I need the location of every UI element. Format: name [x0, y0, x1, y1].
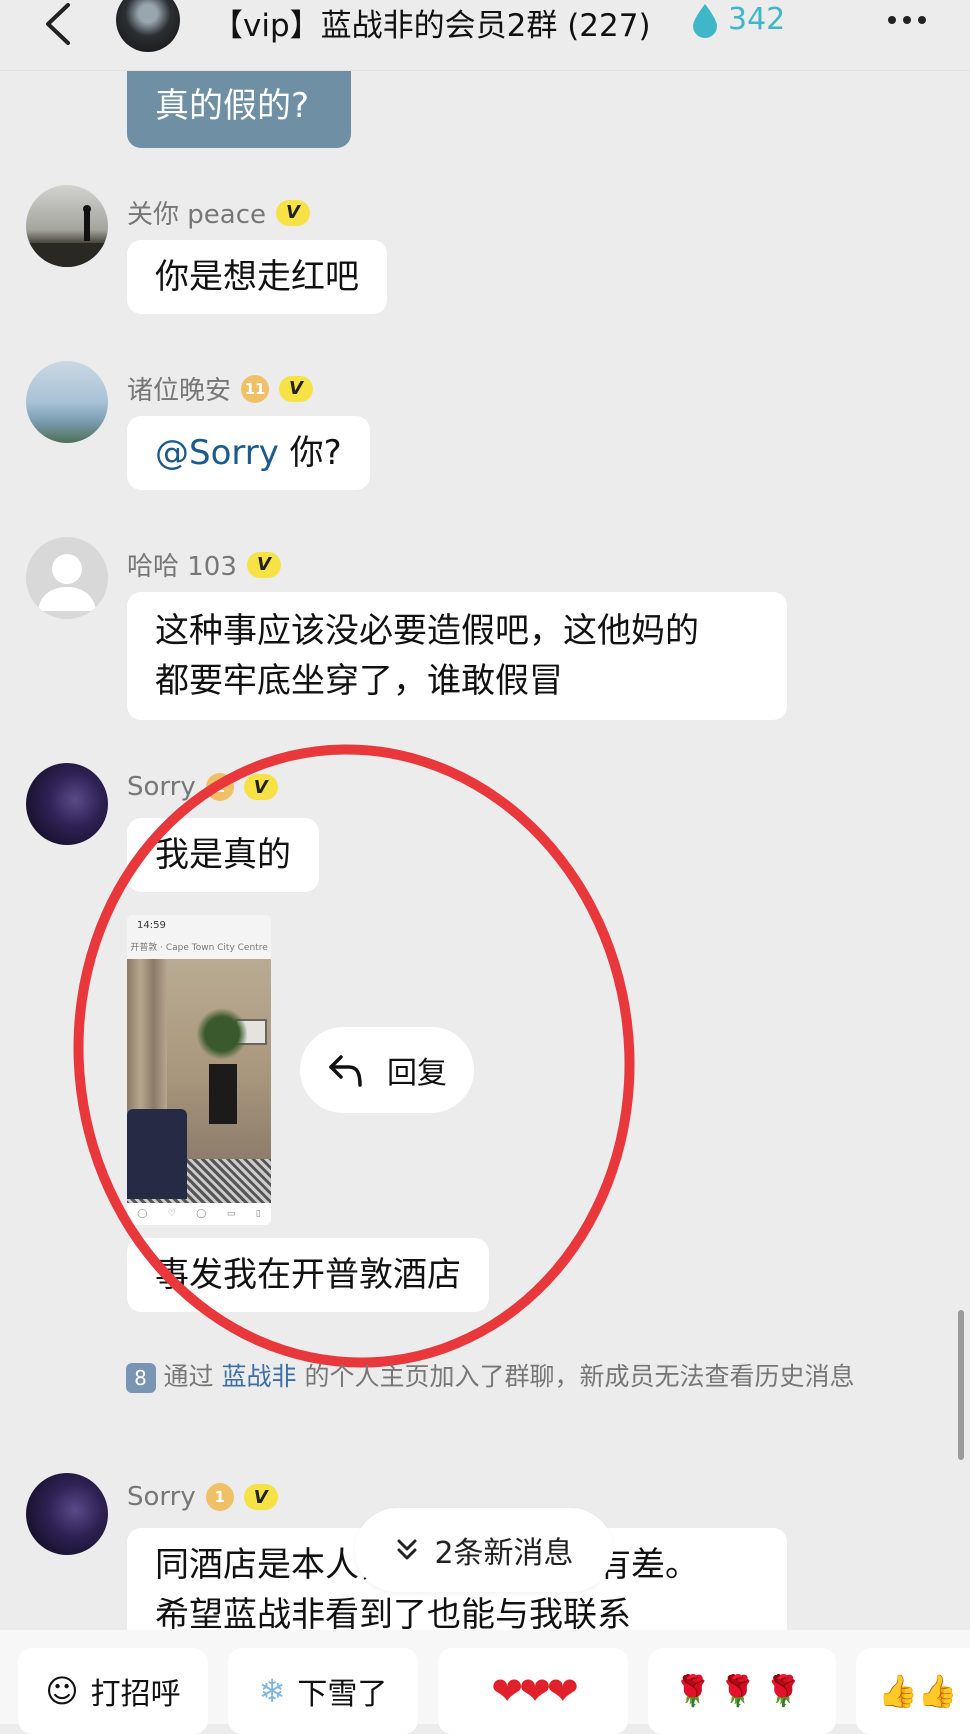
more-horizontal-icon[interactable] [888, 8, 936, 32]
silhouette-graphic [26, 205, 108, 267]
quick-reply-thumbs[interactable]: 👍👍 [856, 1648, 970, 1734]
water-drop-icon [693, 4, 717, 38]
group-title[interactable]: 【vip】蓝战非的会员2群 (227) [212, 0, 651, 45]
reply-label: 回复 [387, 1056, 447, 1091]
sender-name: Sorry 1 V [127, 772, 278, 802]
quick-reply-roses[interactable]: 🌹🌹🌹 [648, 1648, 836, 1734]
notice-suffix: 的个人主页加入了群聊，新成员无法查看历史消息 [296, 1362, 855, 1391]
quick-reply-hearts[interactable]: ❤❤❤ [438, 1648, 628, 1734]
level-badge-icon: 1 [205, 1483, 234, 1511]
vip-badge-icon: V [243, 774, 278, 800]
profile-link[interactable]: 蓝战非 [221, 1362, 296, 1391]
hearts-icon: ❤❤❤ [491, 1669, 579, 1713]
quick-reply-snow[interactable]: ❄ 下雪了 [228, 1648, 418, 1734]
chip-label: 打招呼 [90, 1677, 181, 1712]
double-chevron-down-icon [397, 1539, 417, 1560]
message-bubble[interactable]: 你是想走红吧 [127, 240, 387, 314]
sender-name-text: 诸位晚安 [127, 376, 232, 406]
message-bubble[interactable]: 我是真的 [127, 818, 319, 892]
message-bubble[interactable]: 事发我在开普敦酒店 [127, 1238, 489, 1312]
message-bubble[interactable]: 这种事应该没必要造假吧，这他妈的 都要牢底坐穿了，谁敢假冒 [127, 592, 787, 720]
scrollbar[interactable] [958, 1310, 964, 1460]
avatar[interactable] [26, 763, 108, 845]
thumbs-up-icon: 👍👍 [878, 1672, 958, 1710]
back-button[interactable] [36, 2, 80, 46]
sender-name: Sorry 1 V [127, 1482, 278, 1512]
message-text: 我是真的 [155, 835, 291, 875]
member-count-badge: 8 [125, 1363, 156, 1393]
message-text: 真的假的? [155, 86, 310, 126]
room-photo [127, 959, 271, 1213]
avatar[interactable] [26, 361, 108, 443]
sender-name: 关你 peace V [127, 194, 310, 231]
message-text: 事发我在开普敦酒店 [155, 1255, 461, 1295]
notice-prefix: 通过 [163, 1362, 222, 1391]
vip-badge-icon: V [279, 375, 314, 402]
message-line: 都要牢底坐穿了，谁敢假冒 [155, 661, 563, 701]
mention-link[interactable]: @Sorry [155, 433, 279, 473]
chevron-left-icon [46, 3, 70, 45]
message-line: 这种事应该没必要造假吧，这他妈的 [155, 611, 699, 651]
group-avatar[interactable] [116, 0, 180, 52]
quick-reply-greet[interactable]: ☺ 打招呼 [18, 1648, 208, 1734]
default-user-icon [38, 554, 96, 611]
sender-name: 哈哈 103 V [127, 546, 281, 583]
image-status-bar: 14:59 [127, 915, 271, 937]
level-badge-icon: 1 [205, 773, 234, 801]
sender-name-text: Sorry [127, 1482, 196, 1512]
level-badge-icon: 11 [241, 374, 270, 403]
image-nav-bar: 开普敦 · Cape Town City Centre [127, 937, 271, 959]
chip-label: 下雪了 [297, 1677, 388, 1712]
sender-name-text: 关你 peace [127, 200, 266, 230]
avatar[interactable] [26, 1473, 108, 1555]
vip-badge-icon: V [246, 551, 281, 578]
message-bubble[interactable]: @Sorry 你? [127, 416, 370, 490]
heat-count: 342 [728, 2, 786, 37]
new-messages-button[interactable]: 2条新消息 [355, 1508, 613, 1592]
reply-button[interactable]: 回复 [300, 1027, 474, 1113]
snowflake-icon: ❄ [258, 1672, 286, 1710]
system-notice: 8 通过 蓝战非 的个人主页加入了群聊，新成员无法查看历史消息 [115, 1358, 865, 1396]
message-text: 你? [278, 433, 342, 473]
roses-icon: 🌹🌹🌹 [673, 1673, 811, 1709]
quick-reply-bar: ☺ 打招呼 ❄ 下雪了 ❤❤❤ 🌹🌹🌹 👍👍 [0, 1630, 970, 1734]
vip-badge-icon: V [243, 1484, 278, 1510]
avatar[interactable] [26, 185, 108, 267]
hotel-room-image[interactable]: 14:59 开普敦 · Cape Town City Centre ◯ ♡ ◯ ▭ ▯ [127, 915, 271, 1225]
smile-emoji-icon: ☺ [45, 1672, 79, 1710]
vip-badge-icon: V [276, 199, 310, 226]
image-toolbar: ◯ ♡ ◯ ▭ ▯ [127, 1203, 271, 1225]
avatar[interactable] [26, 537, 108, 619]
sender-name: 诸位晚安 11 V [127, 370, 314, 407]
sender-name-text: Sorry [127, 772, 196, 802]
reply-arrow-icon [329, 1055, 362, 1087]
sender-name-text: 哈哈 103 [127, 552, 237, 582]
new-messages-label: 2条新消息 [434, 1536, 574, 1571]
chat-header: 【vip】蓝战非的会员2群 (227) 342 [0, 0, 970, 71]
message-text: 你是想走红吧 [155, 257, 359, 297]
